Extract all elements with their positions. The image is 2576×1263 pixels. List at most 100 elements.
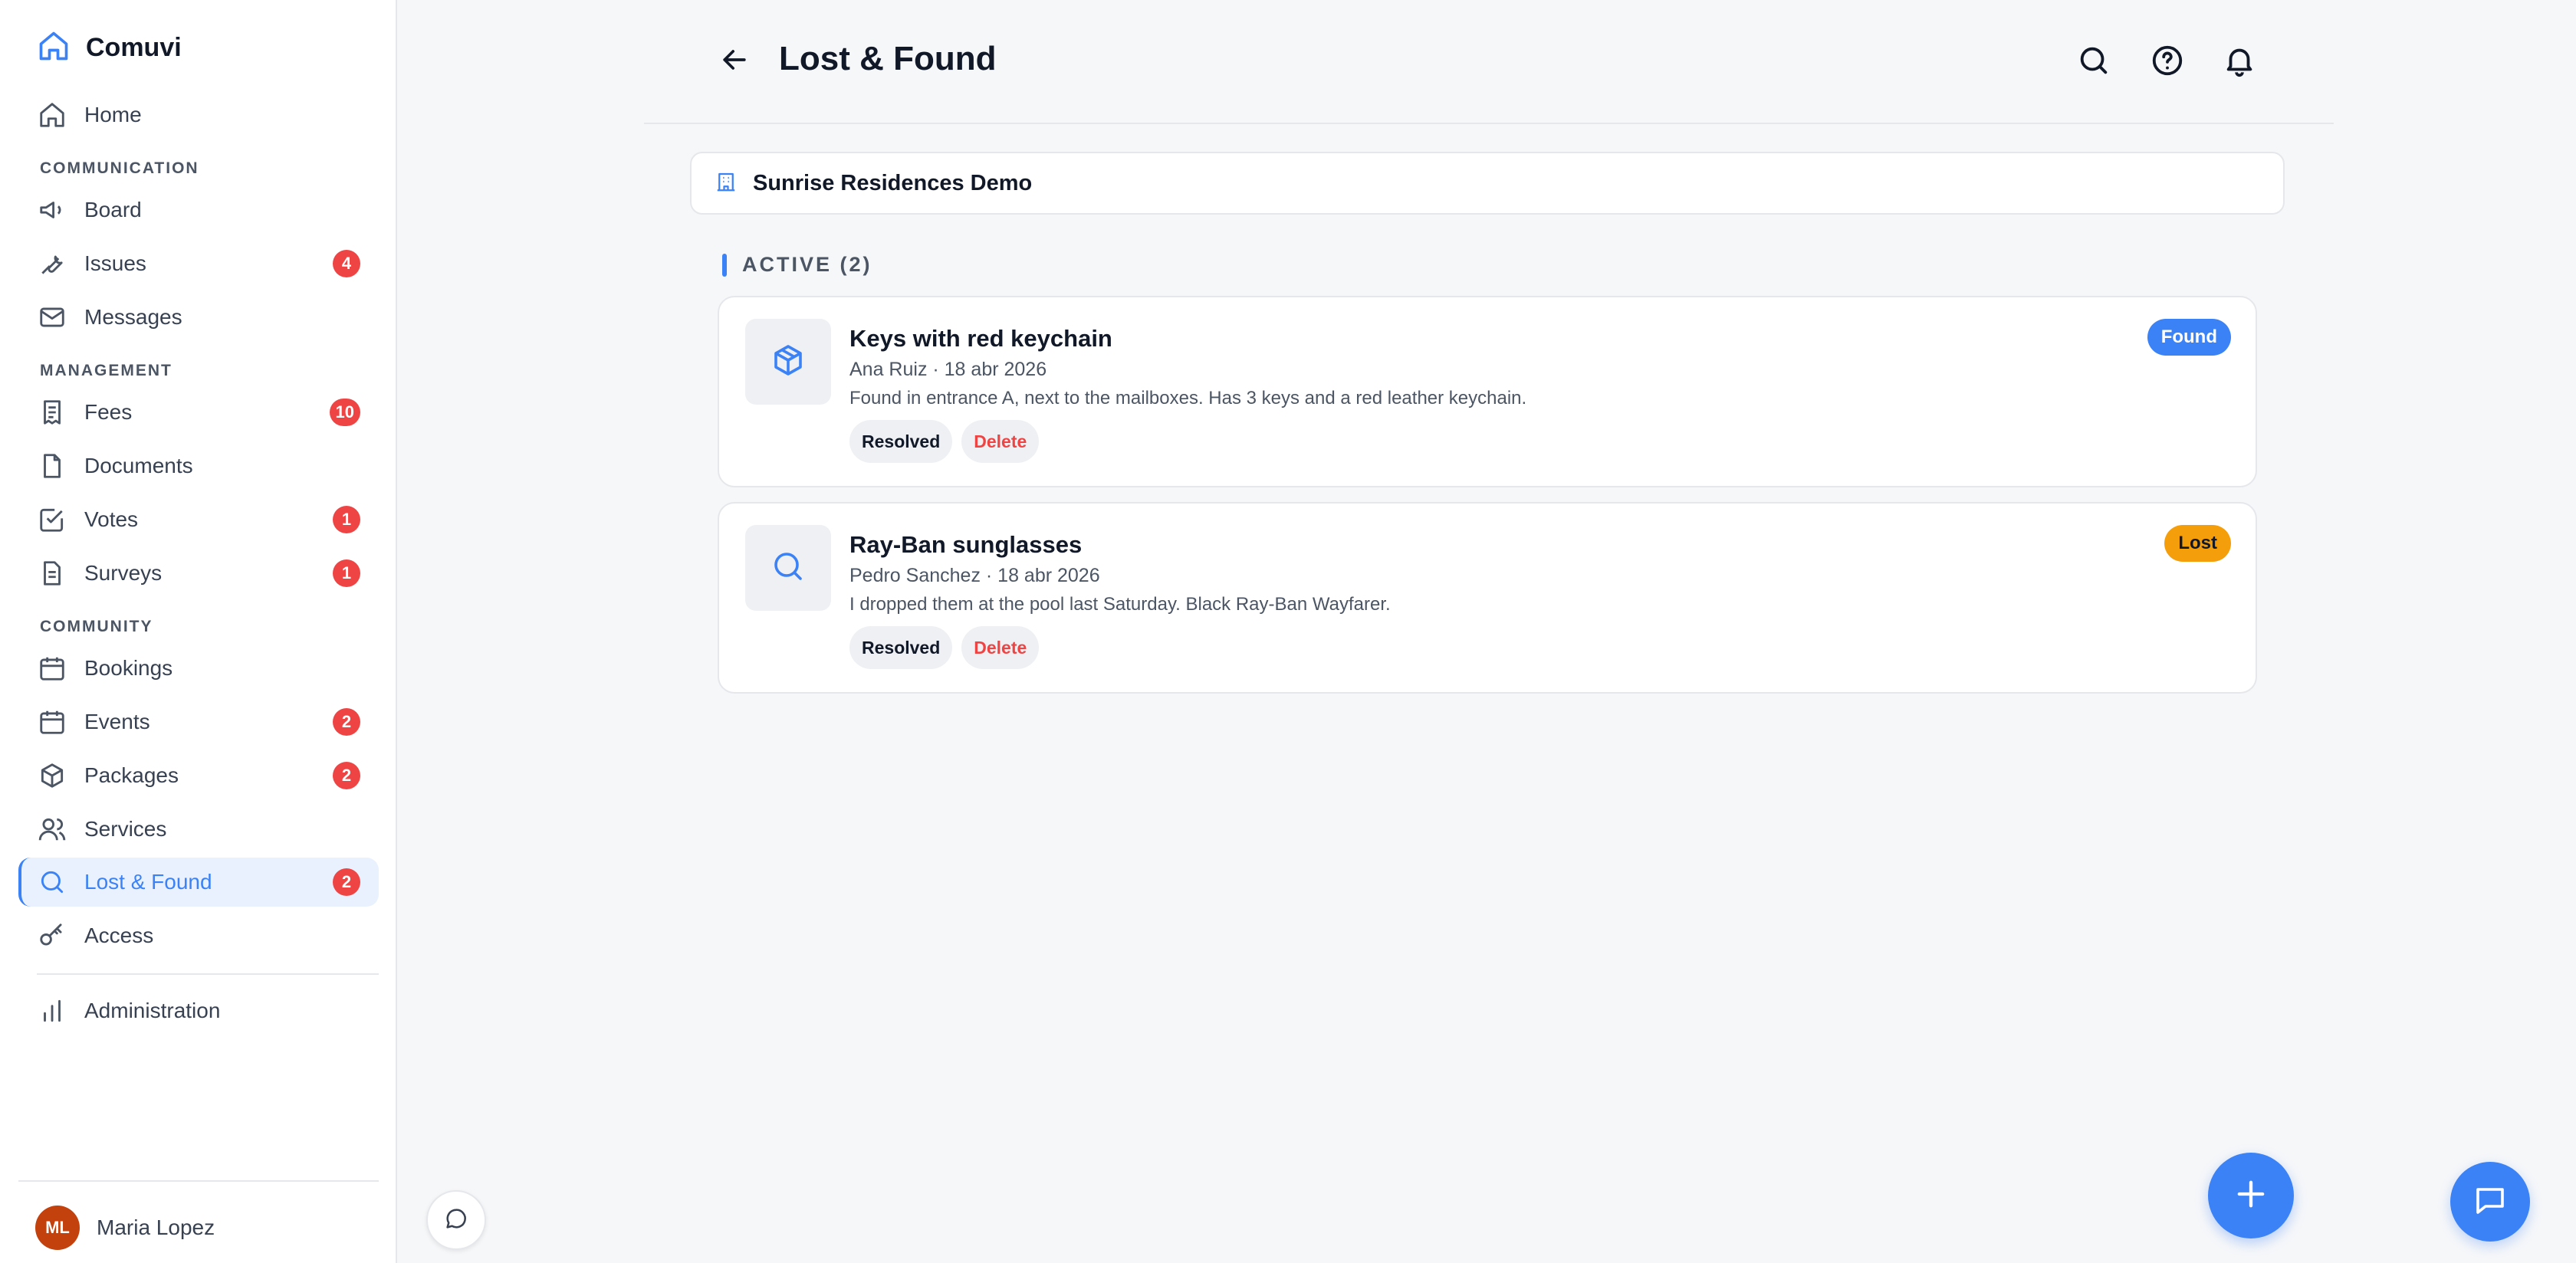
section-title: ACTIVE (2) [742, 253, 872, 276]
document-icon [37, 451, 67, 481]
count-badge: 4 [333, 250, 360, 277]
community-name: Sunrise Residences Demo [753, 170, 1033, 195]
page-title: Lost & Found [779, 40, 997, 77]
item-thumbnail [745, 525, 831, 611]
sidebar-divider [18, 1180, 379, 1182]
sidebar-item-label: Events [84, 710, 150, 733]
sidebar-item-lost-found[interactable]: Lost & Found 2 [18, 858, 379, 907]
sidebar-item-issues[interactable]: Issues 4 [18, 239, 379, 288]
wrench-icon [37, 248, 67, 279]
count-badge: 2 [333, 762, 360, 789]
sidebar-item-label: Votes [84, 507, 139, 531]
status-badge: Found [2147, 319, 2231, 356]
bell-icon [2222, 48, 2257, 81]
resolved-button[interactable]: Resolved [849, 626, 953, 669]
sidebar-item-label: Packages [84, 763, 179, 787]
building-icon [715, 170, 753, 197]
sidebar-item-label: Messages [84, 305, 182, 329]
sidebar-item-packages[interactable]: Packages 2 [18, 751, 379, 800]
count-badge: 2 [333, 708, 360, 736]
search-icon [37, 867, 67, 897]
sidebar-item-votes[interactable]: Votes 1 [18, 495, 379, 544]
delete-button[interactable]: Delete [961, 420, 1040, 463]
sidebar-item-label: Home [84, 103, 142, 126]
users-icon [37, 814, 67, 845]
sidebar-item-label: Access [84, 923, 154, 947]
chat-button[interactable] [2450, 1162, 2530, 1242]
notifications-button[interactable] [2222, 43, 2259, 80]
resolved-button[interactable]: Resolved [849, 420, 953, 463]
count-badge: 1 [333, 506, 360, 533]
sidebar-item-label: Services [84, 817, 167, 841]
item-description: I dropped them at the pool last Saturday… [849, 594, 1391, 615]
megaphone-icon [37, 195, 67, 225]
back-button[interactable] [718, 43, 754, 80]
sidebar-item-home[interactable]: Home [18, 90, 379, 139]
package-icon [770, 342, 807, 382]
count-badge: 10 [329, 399, 360, 426]
brand[interactable]: Comuvi [37, 28, 182, 68]
user-name: Maria Lopez [97, 1215, 215, 1239]
sidebar-item-administration[interactable]: Administration [18, 986, 379, 1035]
section-accent-bar [722, 253, 727, 277]
chat-icon [2472, 1182, 2509, 1222]
plus-icon [2231, 1174, 2271, 1218]
sidebar-item-label: Issues [84, 251, 146, 275]
section-community: COMMUNITY [40, 618, 153, 635]
lost-found-item-card[interactable]: Keys with red keychain Ana Ruiz · 18 abr… [718, 296, 2257, 487]
sidebar-item-board[interactable]: Board [18, 185, 379, 235]
item-actions: Resolved Delete [849, 420, 1040, 463]
help-button[interactable] [2150, 43, 2187, 80]
item-title: Keys with red keychain [849, 325, 1112, 352]
package-icon [37, 760, 67, 791]
sidebar-item-label: Documents [84, 454, 193, 477]
section-management: MANAGEMENT [40, 362, 172, 379]
count-badge: 1 [333, 559, 360, 587]
search-icon [2076, 47, 2111, 81]
count-badge: 2 [333, 868, 360, 896]
status-badge: Lost [2164, 525, 2231, 562]
user-profile[interactable]: ML Maria Lopez [35, 1206, 215, 1250]
sidebar-item-label: Administration [84, 999, 221, 1022]
page-header: Lost & Found [644, 0, 2334, 124]
key-icon [37, 920, 67, 951]
calendar-icon [37, 707, 67, 737]
active-section-header: ACTIVE (2) [722, 253, 872, 277]
sidebar-item-access[interactable]: Access [18, 911, 379, 960]
sidebar-item-label: Surveys [84, 561, 163, 585]
chat-bubble-icon [443, 1206, 469, 1235]
add-item-button[interactable] [2208, 1153, 2294, 1238]
sidebar-item-services[interactable]: Services [18, 805, 379, 854]
arrow-left-icon [718, 50, 751, 80]
item-description: Found in entrance A, next to the mailbox… [849, 388, 1527, 408]
receipt-icon [37, 397, 67, 428]
app-name: Comuvi [86, 33, 182, 62]
sidebar-item-label: Bookings [84, 656, 173, 680]
sidebar-item-label: Lost & Found [84, 870, 212, 894]
clipboard-icon [37, 558, 67, 589]
search-button[interactable] [2076, 43, 2113, 80]
checkbox-icon [37, 504, 67, 535]
section-communication: COMMUNICATION [40, 159, 199, 177]
sidebar-item-bookings[interactable]: Bookings [18, 644, 379, 693]
feedback-button[interactable] [426, 1190, 486, 1250]
mail-icon [37, 302, 67, 333]
sidebar-item-messages[interactable]: Messages [18, 293, 379, 342]
sidebar-item-documents[interactable]: Documents [18, 441, 379, 490]
sidebar-item-label: Fees [84, 400, 133, 424]
lost-found-item-card[interactable]: Ray-Ban sunglasses Pedro Sanchez · 18 ab… [718, 502, 2257, 694]
item-meta: Ana Ruiz · 18 abr 2026 [849, 359, 1047, 380]
community-selector[interactable]: Sunrise Residences Demo [690, 152, 2285, 215]
item-actions: Resolved Delete [849, 626, 1040, 669]
item-meta: Pedro Sanchez · 18 abr 2026 [849, 565, 1100, 586]
search-icon [770, 548, 807, 589]
sidebar-item-surveys[interactable]: Surveys 1 [18, 549, 379, 598]
sidebar-item-label: Board [84, 198, 142, 221]
bar-chart-icon [37, 996, 67, 1026]
item-thumbnail [745, 319, 831, 405]
delete-button[interactable]: Delete [961, 626, 1040, 669]
nav-divider [37, 973, 379, 975]
sidebar-item-events[interactable]: Events 2 [18, 697, 379, 746]
sidebar-item-fees[interactable]: Fees 10 [18, 388, 379, 437]
avatar: ML [35, 1206, 80, 1250]
